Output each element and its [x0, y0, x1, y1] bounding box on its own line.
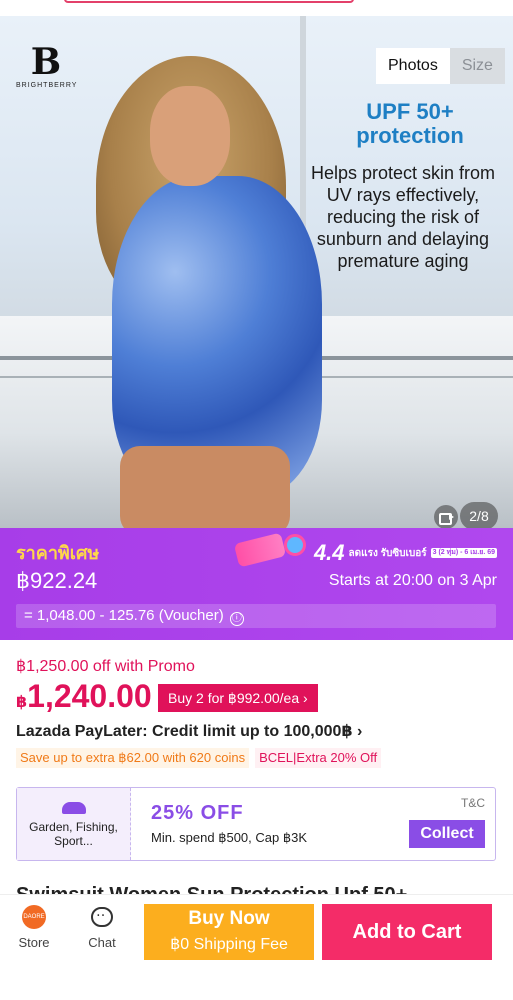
voucher-card: Garden, Fishing, Sport... 25% OFF Min. s… [16, 787, 496, 861]
buy-now-button[interactable]: Buy Now ฿0 Shipping Fee [144, 904, 314, 960]
store-logo-icon: DAORE [22, 905, 46, 929]
bottom-action-bar: DAORE Store Chat Buy Now ฿0 Shipping Fee… [0, 894, 513, 1000]
coins-offer[interactable]: Save up to extra ฿62.00 with 620 coins [16, 748, 250, 768]
store-label: Store [18, 935, 50, 950]
price-calculation-text: = 1,048.00 - 125.76 (Voucher) [24, 607, 224, 624]
price-currency: ฿ [16, 694, 28, 711]
image-counter: 2/8 [460, 502, 498, 528]
current-price: ฿1,240.00 [16, 678, 152, 715]
model-legs [120, 446, 290, 528]
voucher-discount: 25% OFF [151, 802, 244, 824]
upf-description: Helps protect skin from UV rays effectiv… [310, 163, 496, 271]
info-icon[interactable]: ⓘ [229, 612, 244, 626]
voucher-condition: Min. spend ฿500, Cap ฿3K [151, 830, 308, 845]
voucher-category-text: Garden, Fishing, Sport... [29, 820, 118, 848]
store-button[interactable]: DAORE Store [8, 905, 60, 950]
event-subtitle: ลดแรง รับซิบเบอร์ [348, 547, 427, 559]
add-to-cart-button[interactable]: Add to Cart [322, 904, 492, 960]
tab-photos[interactable]: Photos [376, 48, 450, 84]
model-face [150, 86, 230, 186]
price-calculation[interactable]: = 1,048.00 - 125.76 (Voucher) ⓘ [16, 604, 496, 628]
promo-decoration [233, 532, 287, 568]
buy-two-offer-label: Buy 2 for ฿992.00/ea [168, 690, 300, 706]
collect-button[interactable]: Collect [409, 820, 485, 848]
offers-row: Save up to extra ฿62.00 with 620 coins B… [16, 748, 382, 768]
top-bar [0, 0, 513, 16]
chat-button[interactable]: Chat [76, 903, 128, 950]
price-value: 1,240.00 [27, 678, 152, 714]
special-price-tag: ราคาพิเศษ [16, 543, 100, 563]
tab-size[interactable]: Size [449, 48, 505, 84]
product-image[interactable]: B BRIGHTBERRY Photos Size UPF 50+ protec… [0, 16, 513, 528]
event-title: 4.4 [313, 540, 345, 565]
chat-label: Chat [88, 935, 116, 950]
shipping-fee-label: ฿0 Shipping Fee [170, 936, 288, 953]
event-date: 3 (2 ทุ่ม) - 6 เม.ย. 69 [430, 548, 497, 558]
buy-two-offer-button[interactable]: Buy 2 for ฿992.00/ea › [158, 684, 318, 712]
special-price: ฿922.24 [16, 568, 98, 593]
paylater-link[interactable]: Lazada PayLater: Credit limit up to 100,… [16, 721, 362, 741]
search-bar-edge[interactable] [64, 0, 354, 3]
brand-name: BRIGHTBERRY [16, 82, 78, 89]
brand-mark: B [30, 41, 62, 83]
voucher-category: Garden, Fishing, Sport... [17, 788, 131, 860]
event-badge: 4.4 ลดแรง รับซิบเบอร์ 3 (2 ทุ่ม) - 6 เม.… [314, 540, 497, 566]
shoe-icon [61, 802, 86, 814]
flash-sale-banner[interactable]: ราคาพิเศษ ฿922.24 4.4 ลดแรง รับซิบเบอร์ … [0, 528, 513, 640]
gallery-tabs: Photos Size [376, 48, 505, 84]
upf-headline: UPF 50+ protection [356, 99, 464, 148]
chat-icon [91, 903, 113, 927]
paylater-text: Lazada PayLater: Credit limit up to 100,… [16, 723, 353, 740]
video-icon[interactable] [434, 505, 458, 528]
promo-discount: ฿1,250.00 off with Promo [16, 658, 195, 675]
brand-logo: B BRIGHTBERRY [16, 44, 76, 89]
promo-decoration-badge [284, 534, 306, 556]
sale-start-time: Starts at 20:00 on 3 Apr [328, 572, 497, 589]
terms-link[interactable]: T&C [461, 796, 485, 810]
buy-now-label: Buy Now [188, 908, 270, 929]
bank-offer[interactable]: BCEL|Extra 20% Off [255, 748, 382, 768]
